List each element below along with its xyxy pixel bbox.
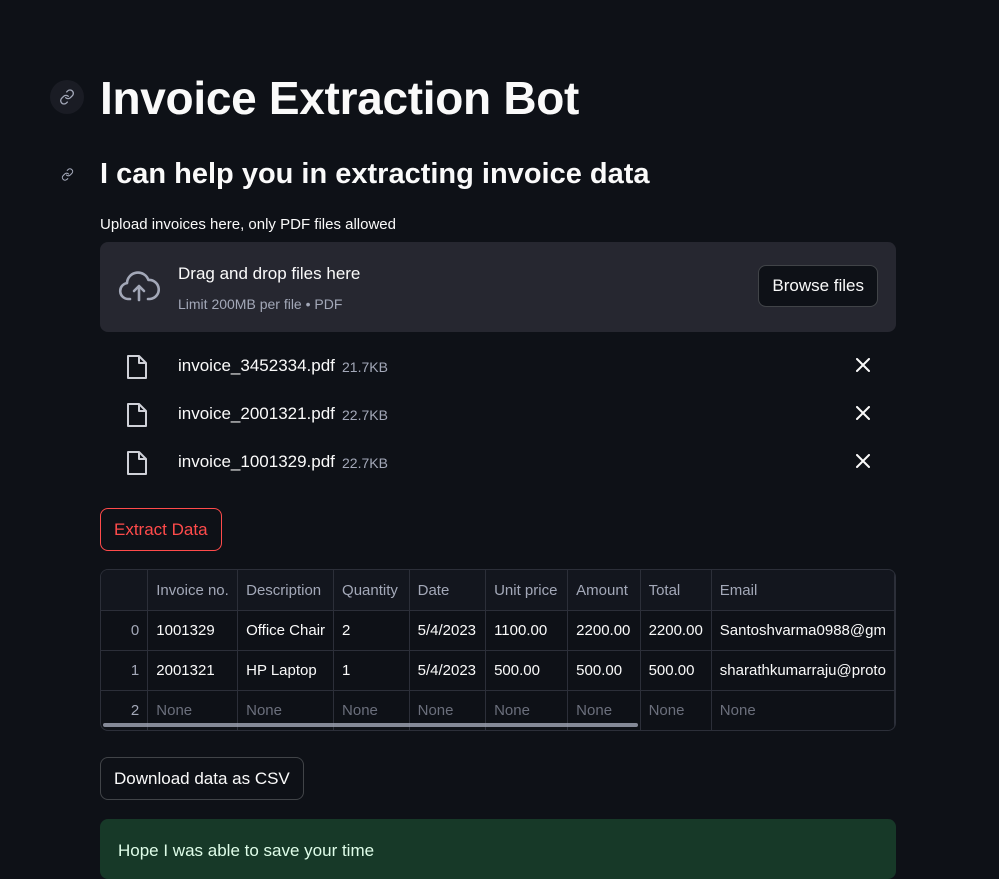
- column-header[interactable]: Amount: [567, 570, 641, 611]
- file-name: invoice_1001329.pdf: [178, 452, 335, 471]
- table-row: 0 1001329 Office Chair 2 5/4/2023 1100.0…: [101, 610, 895, 651]
- horizontal-scrollbar[interactable]: [103, 723, 638, 727]
- page-title: Invoice Extraction Bot: [100, 72, 580, 124]
- table-cell[interactable]: 500.00: [640, 650, 712, 691]
- table-cell[interactable]: 500.00: [485, 650, 569, 691]
- close-icon[interactable]: [856, 358, 870, 377]
- file-size: 22.7KB: [342, 407, 388, 423]
- table-cell[interactable]: Santoshvarma0988@gm: [711, 610, 895, 651]
- column-header[interactable]: Email: [711, 570, 895, 611]
- column-header[interactable]: Date: [409, 570, 487, 611]
- column-header[interactable]: Total: [640, 570, 712, 611]
- file-icon: [126, 450, 148, 481]
- file-name: invoice_2001321.pdf: [178, 404, 335, 423]
- file-size: 21.7KB: [342, 359, 388, 375]
- file-size: 22.7KB: [342, 455, 388, 471]
- column-header[interactable]: Quantity: [333, 570, 410, 611]
- dropzone-instructions: Drag and drop files here: [178, 264, 361, 283]
- browse-files-button[interactable]: Browse files: [758, 265, 878, 307]
- data-table[interactable]: Invoice no. Description Quantity Date Un…: [100, 569, 896, 731]
- table-cell[interactable]: sharathkumarraju@proto: [711, 650, 895, 691]
- success-alert: Hope I was able to save your time: [100, 819, 896, 879]
- file-icon: [126, 354, 148, 385]
- column-header[interactable]: Description: [237, 570, 335, 611]
- table-row: 1 2001321 HP Laptop 1 5/4/2023 500.00 50…: [101, 650, 895, 691]
- subtitle-link-icon[interactable]: [50, 157, 84, 191]
- page-subtitle: I can help you in extracting invoice dat…: [100, 158, 650, 190]
- table-cell[interactable]: 2001321: [147, 650, 239, 691]
- uploader-label: Upload invoices here, only PDF files all…: [100, 216, 396, 233]
- table-cell[interactable]: 5/4/2023: [409, 610, 487, 651]
- file-name: invoice_3452334.pdf: [178, 356, 335, 375]
- download-csv-button[interactable]: Download data as CSV: [100, 757, 304, 800]
- success-message: Hope I was able to save your time: [118, 841, 375, 860]
- table-cell[interactable]: 500.00: [567, 650, 641, 691]
- cloud-upload-icon: [118, 270, 160, 309]
- table-header-row: Invoice no. Description Quantity Date Un…: [101, 570, 895, 611]
- uploaded-file: invoice_1001329.pdf 22.7KB: [100, 442, 896, 482]
- table-cell[interactable]: 2200.00: [567, 610, 641, 651]
- table-cell[interactable]: 1: [333, 650, 410, 691]
- table-cell[interactable]: 1100.00: [485, 610, 569, 651]
- title-link-icon[interactable]: [50, 80, 84, 114]
- column-header[interactable]: Invoice no.: [147, 570, 239, 611]
- uploaded-file: invoice_2001321.pdf 22.7KB: [100, 394, 896, 434]
- dropzone-limit: Limit 200MB per file • PDF: [178, 296, 343, 312]
- table-cell[interactable]: Office Chair: [237, 610, 335, 651]
- extract-data-button[interactable]: Extract Data: [100, 508, 222, 551]
- close-icon[interactable]: [856, 454, 870, 473]
- file-icon: [126, 402, 148, 433]
- file-dropzone[interactable]: Drag and drop files here Limit 200MB per…: [100, 242, 896, 332]
- table-cell[interactable]: HP Laptop: [237, 650, 335, 691]
- table-cell[interactable]: 2200.00: [640, 610, 712, 651]
- close-icon[interactable]: [856, 406, 870, 425]
- table-cell[interactable]: 2: [333, 610, 410, 651]
- table-cell[interactable]: None: [640, 690, 712, 730]
- row-index: 1: [101, 650, 149, 691]
- table-cell[interactable]: None: [711, 690, 895, 730]
- column-header-index[interactable]: [101, 570, 149, 611]
- table-cell[interactable]: 1001329: [147, 610, 239, 651]
- table-cell[interactable]: 5/4/2023: [409, 650, 487, 691]
- uploaded-file: invoice_3452334.pdf 21.7KB: [100, 346, 896, 386]
- row-index: 0: [101, 610, 149, 651]
- column-header[interactable]: Unit price: [485, 570, 569, 611]
